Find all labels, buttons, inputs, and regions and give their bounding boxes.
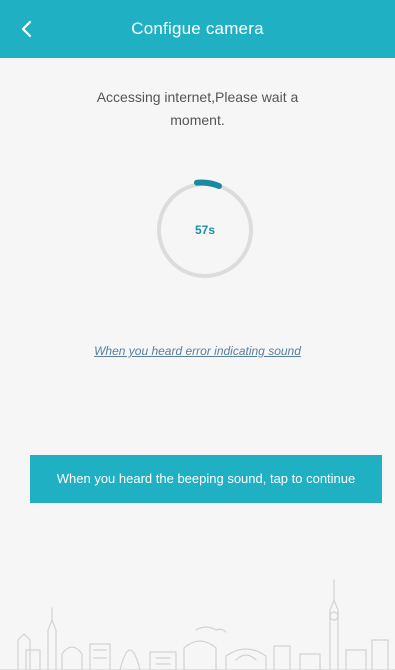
error-sound-link[interactable]: When you heard error indicating sound [30, 344, 365, 358]
chevron-left-icon [21, 20, 32, 38]
page-title: Configue camera [131, 19, 264, 38]
top-app-bar: Configue camera [0, 0, 395, 58]
back-button[interactable] [10, 12, 44, 46]
configure-camera-screen: Configue camera Accessing internet,Pleas… [0, 0, 395, 670]
city-skyline-illustration [0, 579, 395, 670]
continue-button-label: When you heard the beeping sound, tap to… [56, 471, 356, 486]
countdown-label: 57s [194, 223, 216, 237]
status-message: Accessing internet,Please wait a moment. [96, 89, 299, 128]
continue-button[interactable]: When you heard the beeping sound, tap to… [30, 455, 382, 503]
